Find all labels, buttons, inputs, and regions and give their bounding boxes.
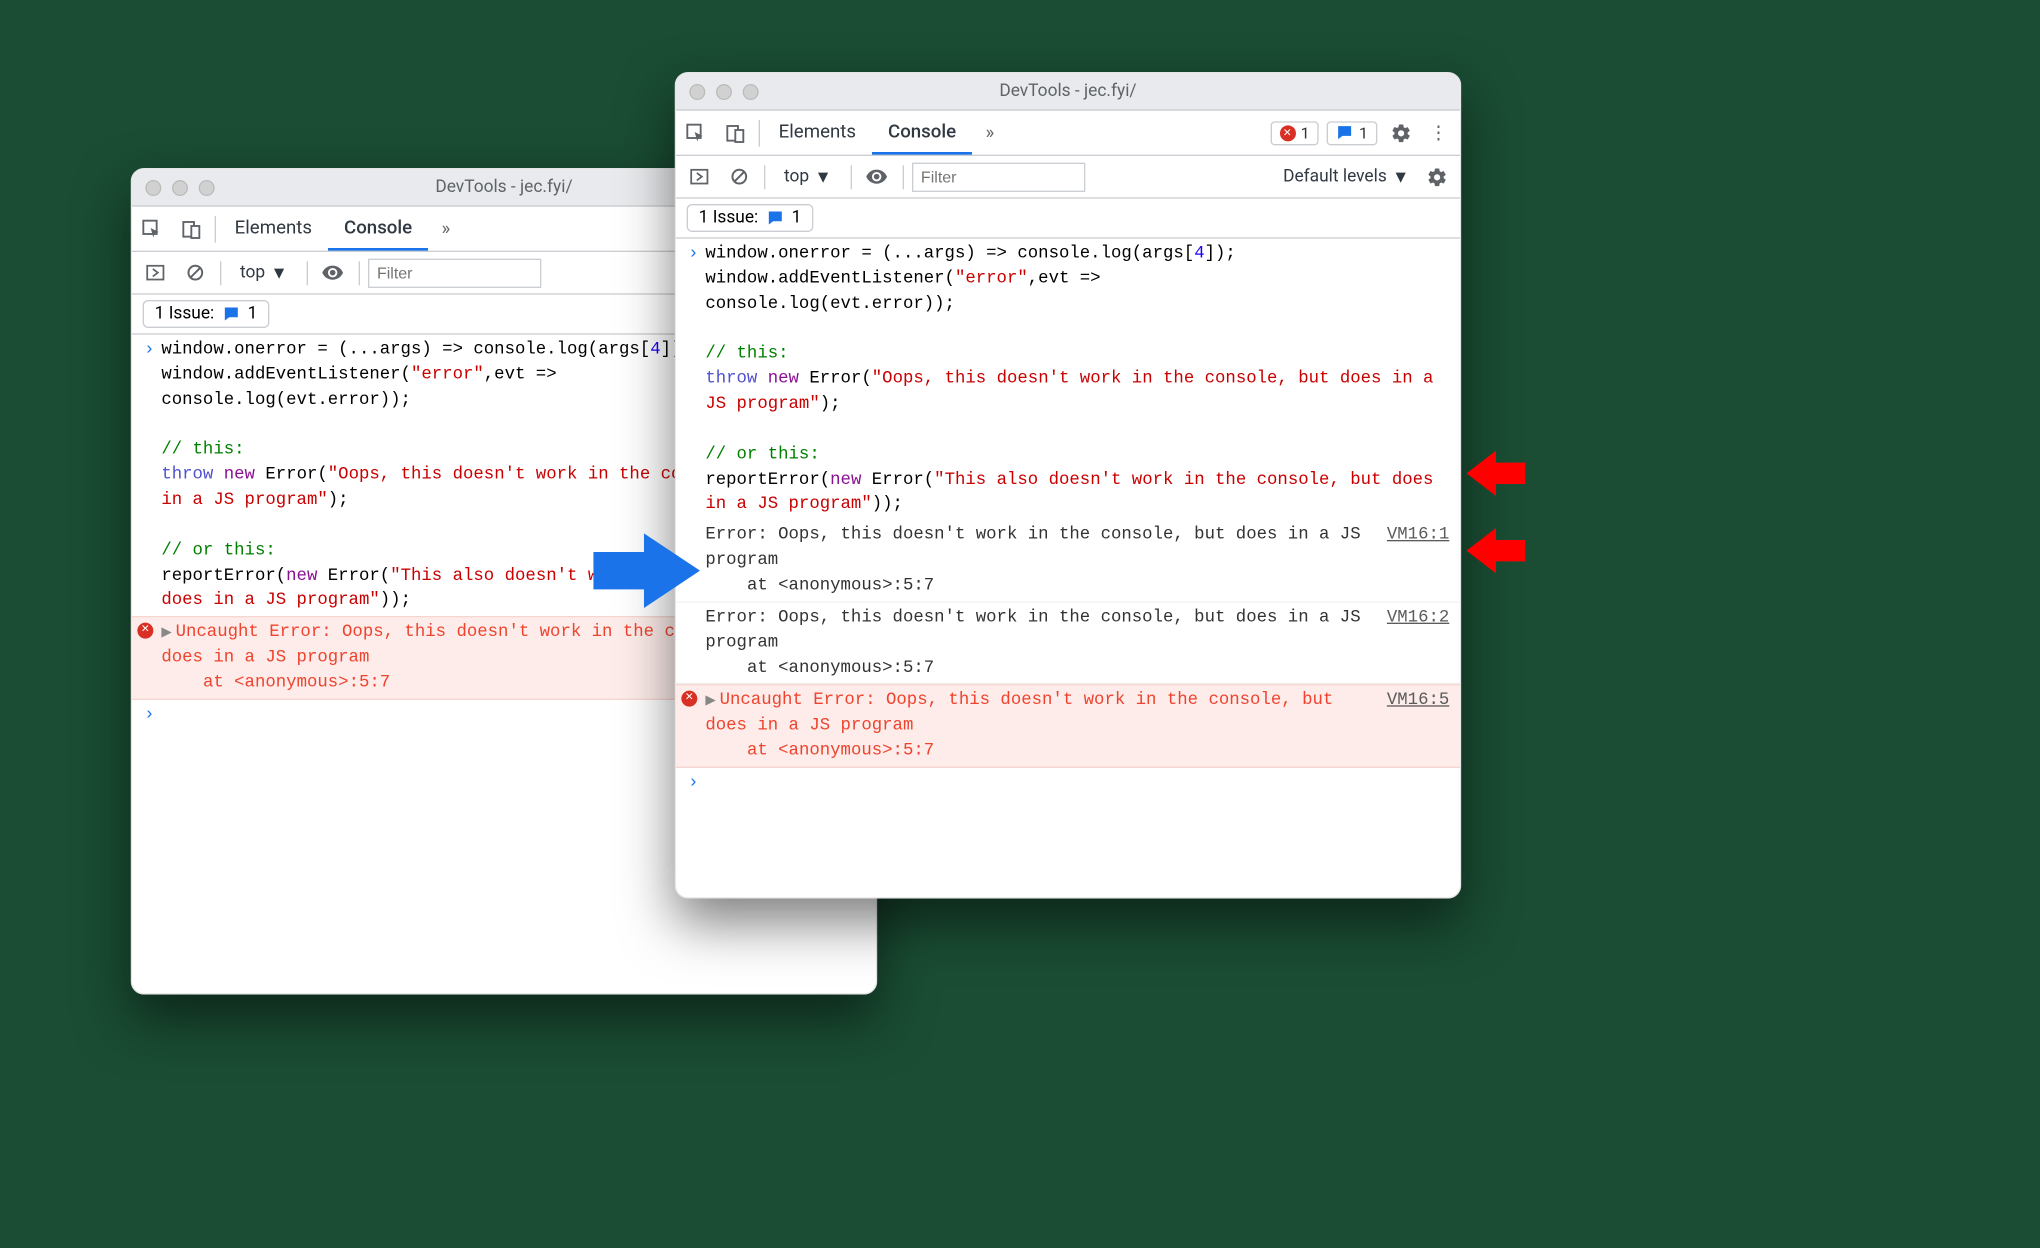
close-dot[interactable] <box>145 179 161 195</box>
window-controls[interactable] <box>145 179 214 195</box>
console-input-code: window.onerror = (...args) => console.lo… <box>705 241 1449 517</box>
error-message: Uncaught Error: Oops, this doesn't work … <box>705 690 1343 760</box>
console-prompt[interactable] <box>705 770 1449 795</box>
chevron-down-icon: ▼ <box>814 166 831 187</box>
clear-console-icon[interactable] <box>721 167 756 187</box>
minimize-dot[interactable] <box>716 83 732 99</box>
log-message: Error: Oops, this doesn't work in the co… <box>705 605 1376 680</box>
close-dot[interactable] <box>689 83 705 99</box>
device-toolbar-icon[interactable] <box>172 218 212 239</box>
zoom-dot[interactable] <box>743 83 759 99</box>
expand-icon[interactable]: ▶ <box>705 695 715 710</box>
kebab-menu-icon[interactable]: ⋮ <box>1425 122 1452 143</box>
input-marker-icon: › <box>681 241 705 517</box>
console-body[interactable]: › window.onerror = (...args) => console.… <box>676 239 1460 898</box>
prompt-marker-icon: › <box>137 702 161 727</box>
devtools-window-right: DevTools - jec.fyi/ Elements Console » 1… <box>675 72 1462 899</box>
issues-count: 1 <box>248 304 258 324</box>
issues-chip[interactable]: 1 Issue: 1 <box>687 204 814 232</box>
tab-console[interactable]: Console <box>328 207 428 251</box>
issue-count-badge[interactable]: 1 <box>1327 121 1377 145</box>
filter-input[interactable] <box>912 162 1085 191</box>
issue-icon <box>1336 124 1353 141</box>
live-expression-icon[interactable] <box>860 165 895 188</box>
issue-icon <box>222 305 239 322</box>
live-expression-icon[interactable] <box>316 261 351 284</box>
console-log-row[interactable]: Error: Oops, this doesn't work in the co… <box>676 520 1460 602</box>
issues-bar: 1 Issue: 1 <box>676 199 1460 239</box>
console-error-row[interactable]: ▶Uncaught Error: Oops, this doesn't work… <box>676 684 1460 767</box>
console-toolbar: top ▼ Default levels ▼ <box>676 156 1460 199</box>
source-link[interactable]: VM16:5 <box>1376 688 1449 763</box>
error-icon <box>681 691 697 707</box>
tabs-overflow-icon[interactable]: » <box>972 122 1007 143</box>
issues-label: 1 Issue: <box>155 304 215 324</box>
error-count-badge[interactable]: 1 <box>1270 121 1319 145</box>
chevron-down-icon: ▼ <box>1392 166 1409 187</box>
issues-chip[interactable]: 1 Issue: 1 <box>143 300 270 328</box>
toggle-sidebar-icon[interactable] <box>137 263 172 283</box>
tab-elements[interactable]: Elements <box>219 207 328 251</box>
issues-label: 1 Issue: <box>699 208 759 228</box>
inspect-icon[interactable] <box>132 218 172 239</box>
titlebar[interactable]: DevTools - jec.fyi/ <box>676 73 1460 110</box>
toggle-sidebar-icon[interactable] <box>681 167 716 187</box>
issues-count: 1 <box>792 208 802 228</box>
settings-icon[interactable] <box>1385 122 1417 143</box>
chevron-down-icon: ▼ <box>270 262 287 283</box>
prompt-marker-icon: › <box>681 770 705 795</box>
tab-elements[interactable]: Elements <box>763 111 872 155</box>
inspect-icon[interactable] <box>676 122 716 143</box>
context-selector[interactable]: top ▼ <box>773 163 842 190</box>
filter-input[interactable] <box>368 258 541 287</box>
error-icon <box>137 623 153 639</box>
tab-console[interactable]: Console <box>872 111 972 155</box>
tabs-overflow-icon[interactable]: » <box>428 218 463 239</box>
source-link[interactable]: VM16:2 <box>1376 605 1449 680</box>
console-log-row[interactable]: Error: Oops, this doesn't work in the co… <box>676 602 1460 684</box>
minimize-dot[interactable] <box>172 179 188 195</box>
zoom-dot[interactable] <box>199 179 215 195</box>
window-controls[interactable] <box>689 83 758 99</box>
log-levels-selector[interactable]: Default levels ▼ <box>1283 166 1415 187</box>
issue-icon <box>766 209 783 226</box>
blue-arrow-icon <box>593 533 700 608</box>
expand-icon[interactable]: ▶ <box>161 627 171 642</box>
source-link[interactable]: VM16:1 <box>1376 523 1449 598</box>
red-arrow-icon <box>1467 451 1526 496</box>
console-settings-icon[interactable] <box>1420 166 1455 187</box>
input-marker-icon: › <box>137 337 161 613</box>
window-title: DevTools - jec.fyi/ <box>676 81 1460 101</box>
clear-console-icon[interactable] <box>177 263 212 283</box>
context-selector[interactable]: top ▼ <box>229 259 298 286</box>
log-message: Error: Oops, this doesn't work in the co… <box>705 523 1376 598</box>
main-tabbar: Elements Console » 1 1 ⋮ <box>676 111 1460 156</box>
device-toolbar-icon[interactable] <box>716 122 756 143</box>
red-arrow-icon <box>1467 528 1526 573</box>
